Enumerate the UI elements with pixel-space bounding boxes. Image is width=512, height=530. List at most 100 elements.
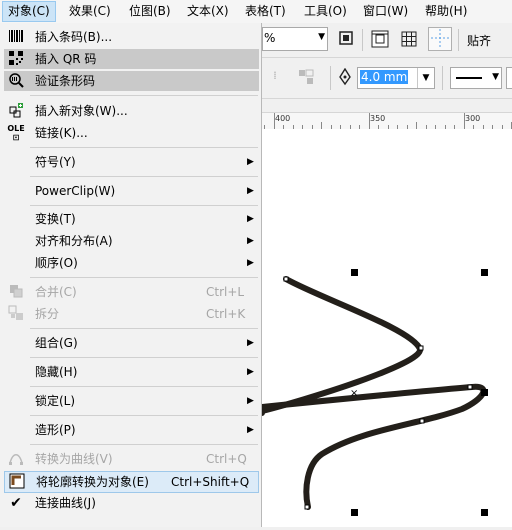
menu-item-label: 锁定(L) xyxy=(35,394,76,408)
ruler-tick xyxy=(463,113,465,129)
barcode-icon xyxy=(7,28,25,46)
horizontal-ruler[interactable]: 400 350 300 xyxy=(262,112,512,130)
menu-item-join-curves[interactable]: ✔ 连接曲线(J) xyxy=(4,493,259,513)
standard-toolbar: % ▼ 贴齐 xyxy=(262,23,512,58)
menu-item-align-distribute[interactable]: 对齐和分布(A) ▶ xyxy=(4,231,259,251)
submenu-arrow-icon: ▶ xyxy=(247,367,254,377)
ruler-label: 350 xyxy=(370,114,386,123)
menu-item-shortcut: Ctrl+L xyxy=(206,285,245,299)
check-icon: ✔ xyxy=(10,495,22,511)
menu-bitmaps[interactable]: 位图(B) xyxy=(124,2,176,21)
menu-item-label: 连接曲线(J) xyxy=(35,496,96,510)
menu-item-shaping[interactable]: 造形(P) ▶ xyxy=(4,420,259,440)
submenu-arrow-icon: ▶ xyxy=(247,258,254,268)
chevron-down-icon[interactable]: ▼ xyxy=(417,68,434,88)
ruler-tick xyxy=(368,113,370,129)
outline-width-value[interactable]: 4.0 mm xyxy=(360,70,409,84)
zoom-level-combo[interactable]: % ▼ xyxy=(262,27,328,51)
qr-code-icon xyxy=(7,50,25,68)
submenu-arrow-icon: ▶ xyxy=(247,186,254,196)
menu-help[interactable]: 帮助(H) xyxy=(420,2,472,21)
drawing-canvas[interactable]: × xyxy=(259,129,512,527)
reduce-nodes-dots-icon: ⁞ xyxy=(273,69,277,82)
convert-to-curves-icon xyxy=(7,450,25,468)
menu-item-shortcut: Ctrl+Q xyxy=(206,452,247,466)
menu-item-label: 组合(G) xyxy=(35,336,78,350)
svg-text:×: × xyxy=(350,388,358,399)
line-style-combo[interactable]: ▼ xyxy=(450,67,502,89)
menu-item-symbol[interactable]: 符号(Y) ▶ xyxy=(4,152,259,172)
outline-to-object-icon xyxy=(8,473,26,491)
menu-item-break-apart[interactable]: 拆分 Ctrl+K xyxy=(4,304,259,324)
menu-item-transformations[interactable]: 变换(T) ▶ xyxy=(4,209,259,229)
menu-item-label: 将轮廓转换为对象(E) xyxy=(36,475,149,489)
menubar: 对象(C) 效果(C) 位图(B) 文本(X) 表格(T) 工具(O) 窗口(W… xyxy=(0,0,512,24)
zoom-percent-suffix: % xyxy=(264,31,276,45)
menu-item-combine[interactable]: 合并(C) Ctrl+L xyxy=(4,282,259,302)
menu-item-validate-barcode[interactable]: 验证条形码 xyxy=(4,71,259,91)
submenu-arrow-icon: ▶ xyxy=(247,157,254,167)
menu-item-label: 对齐和分布(A) xyxy=(35,234,113,248)
submenu-arrow-icon: ▶ xyxy=(247,338,254,348)
submenu-arrow-icon: ▶ xyxy=(247,396,254,406)
menu-item-group[interactable]: 组合(G) ▶ xyxy=(4,333,259,353)
menu-item-hide[interactable]: 隐藏(H) ▶ xyxy=(4,362,259,382)
menu-window[interactable]: 窗口(W) xyxy=(358,2,413,21)
insert-object-icon xyxy=(7,102,25,120)
show-rulers-icon[interactable] xyxy=(370,29,390,54)
submenu-arrow-icon: ▶ xyxy=(247,214,254,224)
chevron-down-icon: ▼ xyxy=(318,32,325,42)
menu-item-label: 拆分 xyxy=(35,307,60,321)
menu-item-label: 造形(P) xyxy=(35,423,76,437)
ruler-label: 400 xyxy=(275,114,291,123)
menu-text[interactable]: 文本(X) xyxy=(182,2,234,21)
ruler-label: 300 xyxy=(465,114,481,123)
menu-item-label: 符号(Y) xyxy=(35,155,76,169)
ruler-tick xyxy=(416,122,417,129)
break-apart-icon xyxy=(7,305,25,323)
menu-table[interactable]: 表格(T) xyxy=(240,2,291,21)
show-guidelines-icon[interactable] xyxy=(428,27,452,51)
full-screen-preview-icon[interactable] xyxy=(336,29,356,52)
object-menu-dropdown: 插入条码(B)... 插入 QR 码 验证条形码 插入新对象(W)... OLE… xyxy=(0,23,262,527)
menu-item-insert-qr-code[interactable]: 插入 QR 码 xyxy=(4,49,259,69)
menu-effects[interactable]: 效果(C) xyxy=(64,2,116,21)
menu-item-label: 合并(C) xyxy=(35,285,77,299)
menu-item-label: 顺序(O) xyxy=(35,256,78,270)
menu-item-links[interactable]: OLE ⊡ 链接(K)... xyxy=(4,123,259,143)
menu-item-convert-to-curves[interactable]: 转换为曲线(V) Ctrl+Q xyxy=(4,449,259,469)
ole-link-icon: OLE ⊡ xyxy=(7,124,25,142)
menu-item-label: 隐藏(H) xyxy=(35,365,78,379)
combine-icon xyxy=(7,283,25,301)
menu-item-label: 变换(T) xyxy=(35,212,76,226)
menu-item-label: 链接(K)... xyxy=(35,126,88,140)
ruler-tick xyxy=(273,113,275,129)
menu-item-label: 插入新对象(W)... xyxy=(35,104,128,118)
validate-barcode-icon xyxy=(7,72,25,90)
show-grid-icon[interactable] xyxy=(399,29,419,54)
menu-item-label: 插入条码(B)... xyxy=(35,30,113,44)
curve-drawing[interactable]: × xyxy=(259,129,512,527)
menu-item-label: 验证条形码 xyxy=(35,74,96,88)
chevron-down-icon[interactable]: ▼ xyxy=(492,72,499,82)
menu-item-order[interactable]: 顺序(O) ▶ xyxy=(4,253,259,273)
menu-item-label: PowerClip(W) xyxy=(35,184,116,198)
menu-item-shortcut: Ctrl+K xyxy=(206,307,246,321)
menu-item-lock[interactable]: 锁定(L) ▶ xyxy=(4,391,259,411)
submenu-arrow-icon: ▶ xyxy=(247,425,254,435)
menu-item-label: 插入 QR 码 xyxy=(35,52,97,66)
outline-width-combo[interactable]: 4.0 mm ▼ xyxy=(357,67,435,89)
menu-item-powerclip[interactable]: PowerClip(W) ▶ xyxy=(4,181,259,201)
menu-item-insert-new-object[interactable]: 插入新对象(W)... xyxy=(4,101,259,121)
menu-item-shortcut: Ctrl+Shift+Q xyxy=(171,475,250,489)
menu-tools[interactable]: 工具(O) xyxy=(299,2,352,21)
curve-node-icon[interactable] xyxy=(296,67,316,92)
menu-object[interactable]: 对象(C) xyxy=(2,1,56,22)
ruler-tick xyxy=(321,122,322,129)
pen-nib-icon xyxy=(337,67,353,91)
menu-item-insert-barcode[interactable]: 插入条码(B)... xyxy=(4,27,259,47)
menu-item-label: 转换为曲线(V) xyxy=(35,452,113,466)
snap-to-dropdown[interactable]: 贴齐 xyxy=(467,32,491,49)
menu-item-convert-outline-to-object[interactable]: 将轮廓转换为对象(E) Ctrl+Shift+Q xyxy=(4,471,259,493)
submenu-arrow-icon: ▶ xyxy=(247,236,254,246)
